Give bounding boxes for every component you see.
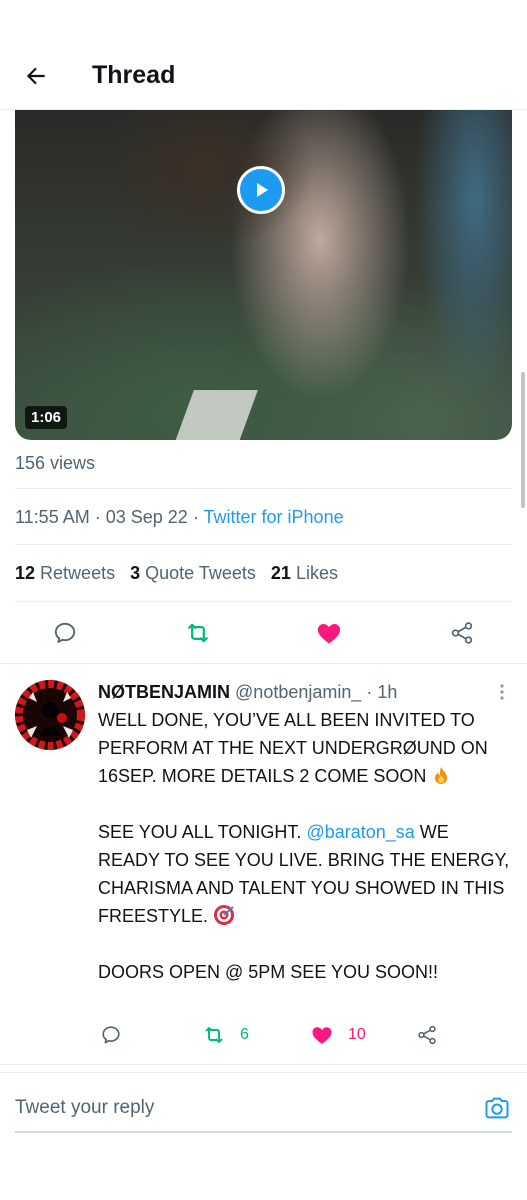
reply-like-count: 10 bbox=[348, 1026, 366, 1043]
likes-count: 21 bbox=[270, 563, 291, 583]
avatar-image bbox=[15, 680, 85, 750]
retweets-label: Retweets bbox=[40, 563, 116, 583]
likes-stat[interactable]: 21 Likes bbox=[271, 563, 338, 583]
target-icon bbox=[214, 905, 235, 925]
share-button[interactable] bbox=[447, 618, 477, 648]
reply-icon bbox=[54, 622, 76, 643]
reply-reply-button[interactable] bbox=[100, 1022, 122, 1048]
quotes-label: Quote Tweets bbox=[145, 563, 256, 583]
video-frame-detail bbox=[172, 390, 258, 440]
tweet-date: 03 Sep 22 bbox=[105, 507, 188, 527]
video-duration-badge: 1:06 bbox=[25, 406, 68, 429]
more-vertical-icon bbox=[500, 684, 504, 700]
retweets-stat[interactable]: 12 Retweets bbox=[15, 563, 115, 583]
reply-retweet-button[interactable]: 6 bbox=[202, 1022, 249, 1048]
engagement-stats: 12 Retweets 3 Quote Tweets 21 Likes bbox=[15, 562, 338, 584]
reply-composer bbox=[0, 1072, 527, 1200]
reply-tweet[interactable]: NØTBENJAMIN @notbenjamin_ · 1h WELL DONE… bbox=[0, 663, 527, 1065]
like-icon bbox=[317, 624, 341, 644]
camera-icon bbox=[485, 1097, 509, 1119]
author-handle[interactable]: @notbenjamin_ bbox=[235, 682, 361, 702]
video-player[interactable]: 1:06 bbox=[15, 110, 512, 440]
separator: · bbox=[192, 507, 199, 527]
reply-header: NØTBENJAMIN @notbenjamin_ · 1h bbox=[98, 681, 397, 703]
like-icon bbox=[312, 1027, 332, 1044]
author-name[interactable]: NØTBENJAMIN bbox=[98, 682, 230, 702]
share-icon bbox=[418, 1025, 436, 1045]
share-icon bbox=[451, 622, 473, 644]
reply-like-button[interactable]: 10 bbox=[310, 1022, 366, 1048]
input-underline bbox=[15, 1131, 512, 1133]
page-title: Thread bbox=[92, 61, 176, 89]
avatar[interactable] bbox=[15, 680, 85, 750]
likes-label: Likes bbox=[295, 563, 338, 583]
retweet-icon bbox=[205, 1027, 223, 1043]
quotes-stat[interactable]: 3 Quote Tweets bbox=[130, 563, 256, 583]
reply-paragraph: SEE YOU ALL TONIGHT. @baraton_sa WE READ… bbox=[98, 818, 513, 930]
tweet-actions bbox=[0, 610, 527, 656]
view-count: 156 views bbox=[15, 453, 96, 473]
top-bar: Thread bbox=[0, 0, 527, 110]
separator: · bbox=[94, 507, 101, 527]
tweet-source-link[interactable]: Twitter for iPhone bbox=[204, 507, 344, 527]
separator: · bbox=[366, 682, 373, 702]
reply-input[interactable] bbox=[15, 1093, 455, 1123]
scrollbar[interactable] bbox=[521, 372, 525, 508]
tweet-timestamp: 11:55 AM · 03 Sep 22 · Twitter for iPhon… bbox=[15, 506, 344, 528]
reply-text: WELL DONE, YOU’VE ALL BEEN INVITED TO PE… bbox=[98, 706, 513, 986]
divider bbox=[15, 488, 512, 489]
reply-button[interactable] bbox=[50, 618, 80, 648]
mention-link[interactable]: @baraton_sa bbox=[306, 822, 414, 842]
reply-share-button[interactable] bbox=[416, 1022, 438, 1048]
reply-icon bbox=[102, 1026, 120, 1044]
reply-paragraph: WELL DONE, YOU’VE ALL BEEN INVITED TO PE… bbox=[98, 706, 513, 790]
arrow-left-icon bbox=[26, 67, 45, 85]
reply-retweet-count: 6 bbox=[240, 1026, 249, 1043]
tweet-time: 11:55 AM bbox=[15, 507, 90, 527]
play-icon bbox=[257, 183, 268, 197]
reply-actions: 6 10 bbox=[98, 1022, 518, 1048]
retweet-button[interactable] bbox=[183, 618, 213, 648]
back-button[interactable] bbox=[18, 58, 54, 94]
reply-text-1: WELL DONE, YOU’VE ALL BEEN INVITED TO PE… bbox=[98, 710, 488, 786]
reply-text-3: DOORS OPEN @ 5PM SEE YOU SOON!! bbox=[98, 962, 439, 982]
reply-paragraph: DOORS OPEN @ 5PM SEE YOU SOON!! bbox=[98, 958, 513, 986]
more-options-button[interactable] bbox=[494, 680, 510, 704]
divider bbox=[15, 601, 512, 602]
divider bbox=[15, 544, 512, 545]
fire-icon bbox=[435, 767, 448, 784]
retweet-icon bbox=[188, 623, 208, 643]
reply-time: 1h bbox=[377, 682, 398, 702]
camera-button[interactable] bbox=[482, 1093, 512, 1123]
like-button[interactable] bbox=[314, 618, 344, 648]
quotes-count: 3 bbox=[130, 563, 141, 583]
retweets-count: 12 bbox=[15, 563, 36, 583]
reply-text-2a: SEE YOU ALL TONIGHT. bbox=[98, 822, 302, 842]
play-button[interactable] bbox=[237, 166, 285, 214]
